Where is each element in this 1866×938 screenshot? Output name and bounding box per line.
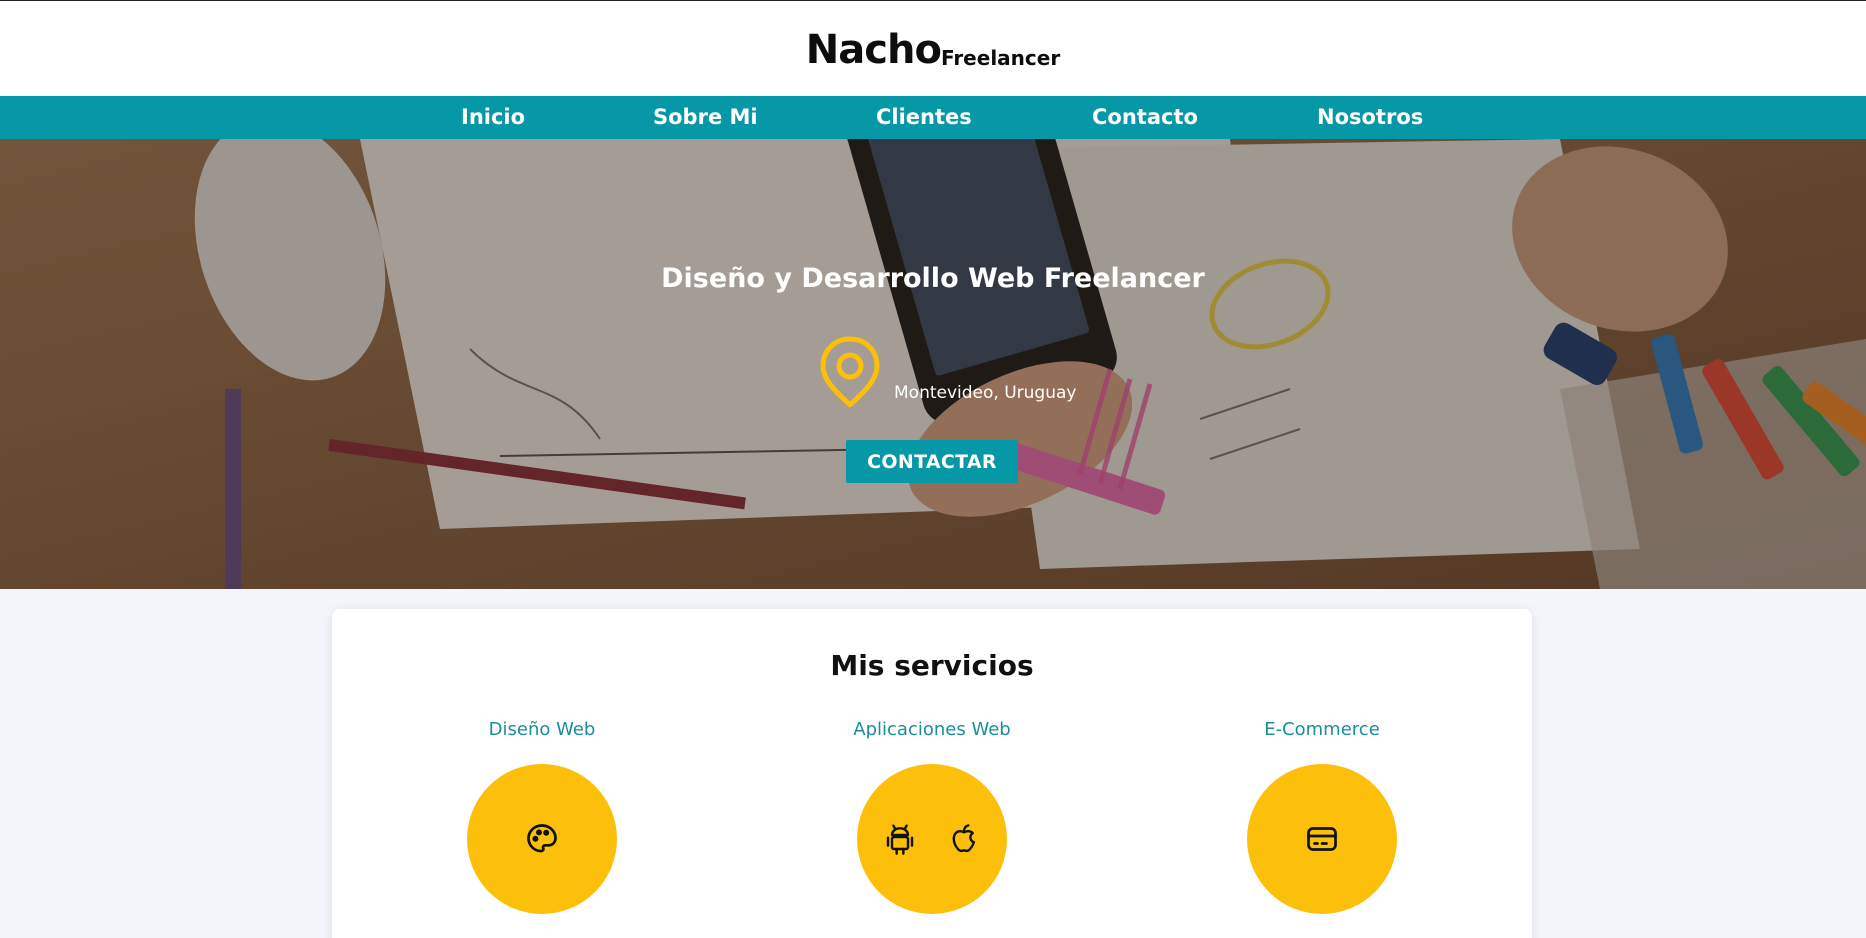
service-icon-circle	[1247, 764, 1397, 914]
location-text: Montevideo, Uruguay	[894, 383, 1077, 403]
main-nav: Inicio Sobre Mi Clientes Contacto Nosotr…	[0, 96, 1866, 139]
site-header: Nacho Freelancer	[0, 0, 1866, 96]
location: Montevideo, Uruguay	[818, 329, 1076, 409]
logo-main-text: Nacho	[805, 26, 942, 73]
service-diseno-web: Diseño Web	[392, 719, 692, 914]
service-label[interactable]: E-Commerce	[1172, 719, 1472, 740]
nav-item-clientes[interactable]: Clientes	[876, 96, 972, 139]
service-icon-circle	[467, 764, 617, 914]
apple-icon	[948, 821, 980, 857]
services-title: Mis servicios	[830, 649, 1034, 682]
nav-item-nosotros[interactable]: Nosotros	[1317, 96, 1423, 139]
hero-banner: Diseño y Desarrollo Web Freelancer Monte…	[0, 139, 1866, 589]
android-icon	[884, 821, 916, 857]
service-label[interactable]: Aplicaciones Web	[782, 719, 1082, 740]
nav-item-contacto[interactable]: Contacto	[1092, 96, 1198, 139]
logo-sub-text: Freelancer	[940, 45, 1061, 70]
palette-icon	[524, 821, 560, 857]
service-aplicaciones-web: Aplicaciones Web	[782, 719, 1082, 914]
hero-title: Diseño y Desarrollo Web Freelancer	[661, 263, 1205, 294]
contactar-button[interactable]: CONTACTAR	[846, 440, 1018, 483]
nav-item-sobre-mi[interactable]: Sobre Mi	[653, 96, 758, 139]
service-e-commerce: E-Commerce	[1172, 719, 1472, 914]
map-pin-icon	[818, 335, 882, 409]
nav-item-inicio[interactable]: Inicio	[461, 96, 525, 139]
service-label[interactable]: Diseño Web	[392, 719, 692, 740]
credit-card-icon	[1304, 821, 1340, 857]
page: Nacho Freelancer Inicio Sobre Mi Cliente…	[0, 0, 1866, 938]
site-logo[interactable]: Nacho Freelancer	[806, 30, 1060, 70]
services-card: Mis servicios Diseño Web Aplicaciones We…	[332, 609, 1532, 938]
service-icon-circle	[857, 764, 1007, 914]
